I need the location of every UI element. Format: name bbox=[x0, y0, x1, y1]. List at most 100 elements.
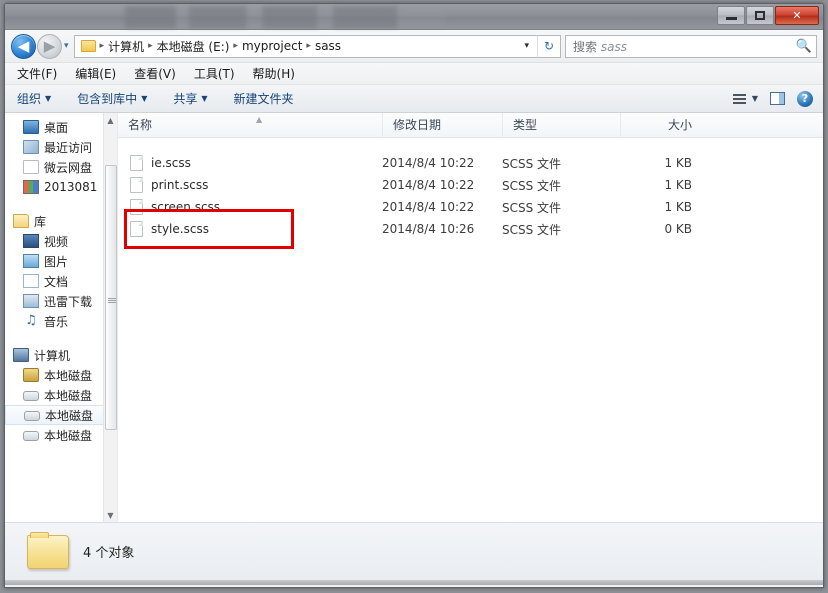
address-bar: ◀ ▶ ▾ ▸ 计算机 ▸ 本地磁盘 (E:) ▸ myproject ▸ sa… bbox=[5, 30, 823, 63]
sidebar-item-local-disk-4[interactable]: 本地磁盘 bbox=[5, 425, 117, 445]
sidebar-item-downloads[interactable]: 迅雷下载 bbox=[5, 291, 117, 311]
share-button[interactable]: 共享 ▼ bbox=[173, 90, 207, 107]
music-icon: ♫ bbox=[25, 313, 37, 328]
sidebar-scrollbar[interactable]: ▲ ▼ bbox=[103, 113, 117, 522]
file-list-pane[interactable]: 名称 修改日期 类型 大小 ▲ ie.scss 2014/8/4 10:22 S… bbox=[118, 112, 823, 522]
breadcrumb[interactable]: ▸ 计算机 ▸ 本地磁盘 (E:) ▸ myproject ▸ sass ▾ bbox=[73, 34, 537, 58]
sidebar-item-local-disk-2[interactable]: 本地磁盘 bbox=[5, 385, 117, 405]
refresh-button[interactable]: ↻ bbox=[537, 34, 561, 58]
table-row[interactable]: style.scss 2014/8/4 10:26 SCSS 文件 0 KB bbox=[118, 218, 823, 240]
computer-icon bbox=[13, 348, 29, 362]
column-header-size[interactable]: 大小 bbox=[620, 112, 704, 138]
sidebar-item-label: 桌面 bbox=[44, 120, 69, 135]
sidebar-item-documents[interactable]: 文档 bbox=[5, 271, 117, 291]
file-size: 1 KB bbox=[664, 200, 692, 214]
column-header-date[interactable]: 修改日期 bbox=[382, 112, 502, 138]
disk-icon bbox=[23, 391, 39, 401]
sidebar-item-local-disk-1[interactable]: 本地磁盘 bbox=[5, 365, 117, 385]
preview-pane-icon[interactable] bbox=[770, 92, 785, 105]
chevron-down-icon[interactable]: ▾ bbox=[524, 41, 535, 51]
menu-tools[interactable]: 工具(T) bbox=[192, 64, 237, 83]
search-icon[interactable]: 🔍 bbox=[796, 39, 812, 54]
forward-button[interactable]: ▶ bbox=[37, 33, 62, 59]
table-row[interactable]: screen.scss 2014/8/4 10:22 SCSS 文件 1 KB bbox=[118, 196, 823, 218]
file-name-cell[interactable]: ie.scss bbox=[118, 155, 382, 171]
chevron-down-icon: ▼ bbox=[141, 94, 148, 103]
column-header-type[interactable]: 类型 bbox=[502, 112, 620, 138]
organize-button[interactable]: 组织 ▼ bbox=[17, 90, 51, 107]
sidebar-item-videos[interactable]: 视频 bbox=[5, 231, 117, 251]
sidebar-item-music[interactable]: ♫ 音乐 bbox=[5, 311, 117, 331]
breadcrumb-item-computer[interactable]: 计算机 bbox=[105, 38, 147, 55]
file-date: 2014/8/4 10:22 bbox=[382, 156, 475, 170]
sidebar-item-label: 2013081 bbox=[44, 180, 98, 194]
file-name-cell[interactable]: style.scss bbox=[118, 221, 382, 237]
title-bar[interactable]: ✕ bbox=[5, 4, 823, 30]
scroll-up-icon[interactable]: ▲ bbox=[104, 113, 117, 127]
video-icon bbox=[23, 234, 39, 248]
sidebar-item-label: 图片 bbox=[44, 254, 69, 269]
include-in-library-button[interactable]: 包含到库中 ▼ bbox=[77, 90, 147, 107]
breadcrumb-item-sass[interactable]: sass bbox=[312, 39, 344, 53]
file-name: screen.scss bbox=[151, 200, 221, 214]
file-name-cell[interactable]: screen.scss bbox=[118, 199, 382, 215]
new-folder-button[interactable]: 新建文件夹 bbox=[234, 90, 294, 107]
sidebar-group-computer[interactable]: 计算机 bbox=[5, 345, 117, 365]
sidebar-item-2013081[interactable]: 2013081 bbox=[5, 177, 117, 197]
navigation-pane[interactable]: 桌面 最近访问 微云网盘 2013081 库 视频 图片 文档 迅雷下载 ♫ 音… bbox=[5, 113, 118, 522]
folder-icon bbox=[80, 40, 96, 52]
breadcrumb-item-drive[interactable]: 本地磁盘 (E:) bbox=[154, 38, 233, 55]
menu-edit[interactable]: 编辑(E) bbox=[73, 64, 118, 83]
sidebar-item-label: 本地磁盘 bbox=[44, 428, 93, 443]
documents-icon bbox=[23, 274, 39, 288]
sidebar-item-label: 计算机 bbox=[34, 348, 71, 363]
libraries-icon bbox=[13, 214, 29, 228]
file-name-cell[interactable]: print.scss bbox=[118, 177, 382, 193]
scroll-down-icon[interactable]: ▼ bbox=[104, 508, 117, 522]
file-size: 0 KB bbox=[664, 222, 692, 236]
sidebar-item-desktop[interactable]: 桌面 bbox=[5, 117, 117, 137]
scrollbar-thumb[interactable] bbox=[105, 165, 117, 430]
minimize-button[interactable] bbox=[717, 6, 745, 25]
column-headers: 名称 修改日期 类型 大小 ▲ bbox=[118, 112, 823, 138]
sort-ascending-icon: ▲ bbox=[256, 115, 263, 124]
sidebar-group-libraries[interactable]: 库 bbox=[5, 211, 117, 231]
menu-file[interactable]: 文件(F) bbox=[15, 64, 59, 83]
back-button[interactable]: ◀ bbox=[11, 33, 36, 59]
file-date: 2014/8/4 10:22 bbox=[382, 200, 475, 214]
breadcrumb-item-myproject[interactable]: myproject bbox=[239, 39, 305, 53]
maximize-button[interactable] bbox=[746, 6, 774, 25]
help-icon[interactable]: ? bbox=[797, 90, 813, 107]
sidebar-item-recent[interactable]: 最近访问 bbox=[5, 137, 117, 157]
view-layout-icon[interactable] bbox=[732, 93, 746, 104]
file-name: style.scss bbox=[151, 222, 209, 236]
table-row[interactable]: ie.scss 2014/8/4 10:22 SCSS 文件 1 KB bbox=[118, 152, 823, 174]
chevron-down-icon[interactable]: ▼ bbox=[752, 94, 758, 103]
command-bar-right: ▼ ? bbox=[732, 90, 817, 107]
close-button[interactable]: ✕ bbox=[775, 6, 819, 25]
table-row[interactable]: print.scss 2014/8/4 10:22 SCSS 文件 1 KB bbox=[118, 174, 823, 196]
explorer-window: ✕ ◀ ▶ ▾ ▸ 计算机 ▸ 本地磁盘 (E:) ▸ myproject ▸ … bbox=[4, 3, 824, 588]
menu-help[interactable]: 帮助(H) bbox=[251, 64, 297, 83]
file-type: SCSS 文件 bbox=[502, 222, 562, 237]
file-icon bbox=[130, 177, 143, 193]
sidebar-item-local-disk-3[interactable]: 本地磁盘 bbox=[5, 405, 117, 425]
sidebar-item-label: 最近访问 bbox=[44, 140, 93, 155]
file-icon bbox=[130, 199, 143, 215]
file-rows: ie.scss 2014/8/4 10:22 SCSS 文件 1 KB prin… bbox=[118, 138, 823, 240]
window-bottom-edge bbox=[5, 580, 823, 585]
scrollbar-grip bbox=[108, 297, 116, 304]
sidebar-item-label: 视频 bbox=[44, 234, 69, 249]
file-icon bbox=[130, 221, 143, 237]
status-bar: 4 个对象 bbox=[5, 522, 823, 580]
recent-pages-dropdown-icon[interactable]: ▾ bbox=[64, 41, 69, 51]
search-input[interactable]: 搜索 sass 🔍 bbox=[565, 34, 817, 58]
search-placeholder: 搜索 sass bbox=[573, 38, 796, 55]
books-icon bbox=[23, 180, 39, 194]
sidebar-item-pictures[interactable]: 图片 bbox=[5, 251, 117, 271]
column-header-name[interactable]: 名称 bbox=[118, 113, 382, 138]
downloads-icon bbox=[23, 294, 39, 308]
sidebar-item-label: 迅雷下载 bbox=[44, 294, 93, 309]
sidebar-item-cloud-drive[interactable]: 微云网盘 bbox=[5, 157, 117, 177]
menu-view[interactable]: 查看(V) bbox=[132, 64, 178, 83]
